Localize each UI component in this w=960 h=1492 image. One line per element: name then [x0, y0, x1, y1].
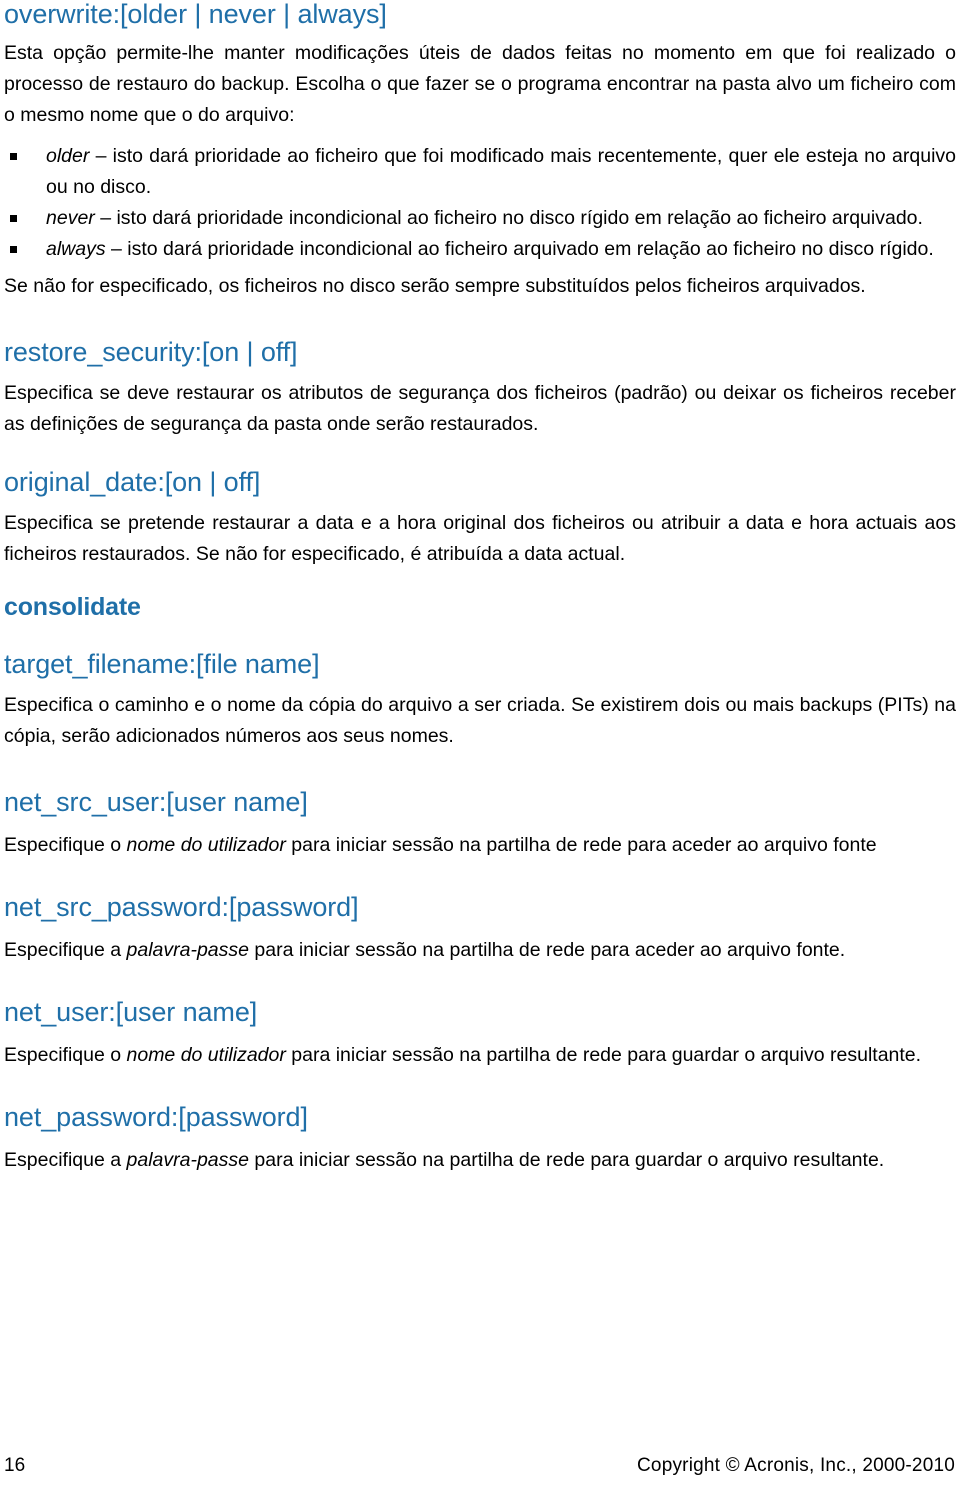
paragraph-original-date: Especifica se pretende restaurar a data …	[4, 512, 956, 565]
paragraph-emphasis: palavra-passe	[126, 939, 249, 961]
list-item: never – isto dará prioridade incondicion…	[4, 203, 956, 234]
heading-consolidate: consolidate	[4, 593, 141, 621]
list-item-text: isto dará prioridade incondicional ao fi…	[127, 238, 934, 260]
page-footer: 16 Copyright © Acronis, Inc., 2000-2010	[4, 1454, 955, 1478]
heading-restore-security: restore_security:[on | off]	[4, 337, 298, 367]
heading-net-password: net_password:[password]	[4, 1102, 308, 1132]
list-item-dash: –	[94, 207, 117, 229]
paragraph-text-before: Especifique a	[4, 939, 127, 961]
list-item-term: always	[46, 238, 106, 260]
paragraph-text-after: para iniciar sessão na partilha de rede …	[285, 1044, 922, 1066]
list-item-dash: –	[105, 238, 128, 260]
footer-copyright: Copyright © Acronis, Inc., 2000-2010	[637, 1455, 955, 1476]
paragraph-overwrite-closing: Se não for especificado, os ficheiros no…	[4, 275, 866, 297]
list-item: always – isto dará prioridade incondicio…	[4, 234, 956, 265]
paragraph-net-src-password: Especifique a palavra-passe para iniciar…	[4, 935, 956, 966]
document-page: overwrite:[older | never | always] Esta …	[0, 0, 960, 1492]
paragraph-emphasis: nome do utilizador	[126, 834, 286, 856]
square-bullet-icon	[10, 246, 17, 253]
list-item-dash: –	[89, 145, 113, 167]
paragraph-emphasis: nome do utilizador	[126, 1044, 286, 1066]
paragraph-emphasis: palavra-passe	[126, 1149, 249, 1171]
list-item-term: never	[46, 207, 95, 229]
paragraph-net-user: Especifique o nome do utilizador para in…	[4, 1040, 956, 1071]
paragraph-text-after: para iniciar sessão na partilha de rede …	[248, 1149, 885, 1171]
list-item-text: isto dará prioridade ao ficheiro que foi…	[46, 145, 957, 198]
paragraph-text-before: Especifique o	[4, 1044, 127, 1066]
heading-net-src-password: net_src_password:[password]	[4, 892, 359, 922]
list-item-text: isto dará prioridade incondicional ao fi…	[116, 207, 923, 229]
paragraph-net-src-user: Especifique o nome do utilizador para in…	[4, 830, 956, 861]
heading-net-user: net_user:[user name]	[4, 997, 258, 1027]
paragraph-text-before: Especifique a	[4, 1149, 127, 1171]
paragraph-net-password: Especifique a palavra-passe para iniciar…	[4, 1145, 956, 1176]
page-content: overwrite:[older | never | always] Esta …	[4, 0, 956, 1176]
paragraph-text-before: Especifique o	[4, 834, 127, 856]
list-overwrite-modes: older – isto dará prioridade ao ficheiro…	[4, 141, 956, 265]
heading-original-date: original_date:[on | off]	[4, 467, 261, 497]
square-bullet-icon	[10, 153, 17, 160]
paragraph-overwrite-intro: Esta opção permite-lhe manter modificaçõ…	[4, 42, 956, 126]
heading-target-filename: target_filename:[file name]	[4, 649, 320, 679]
list-item-term: older	[46, 145, 90, 167]
square-bullet-icon	[10, 215, 17, 222]
footer-page-number: 16	[4, 1455, 26, 1476]
heading-net-src-user: net_src_user:[user name]	[4, 787, 308, 817]
list-item: older – isto dará prioridade ao ficheiro…	[4, 141, 956, 203]
paragraph-restore-security: Especifica se deve restaurar os atributo…	[4, 382, 956, 435]
heading-overwrite: overwrite:[older | never | always]	[4, 0, 387, 29]
paragraph-target-filename: Especifica o caminho e o nome da cópia d…	[4, 694, 956, 747]
paragraph-text-after: para iniciar sessão na partilha de rede …	[248, 939, 846, 961]
paragraph-text-after: para iniciar sessão na partilha de rede …	[285, 834, 877, 856]
